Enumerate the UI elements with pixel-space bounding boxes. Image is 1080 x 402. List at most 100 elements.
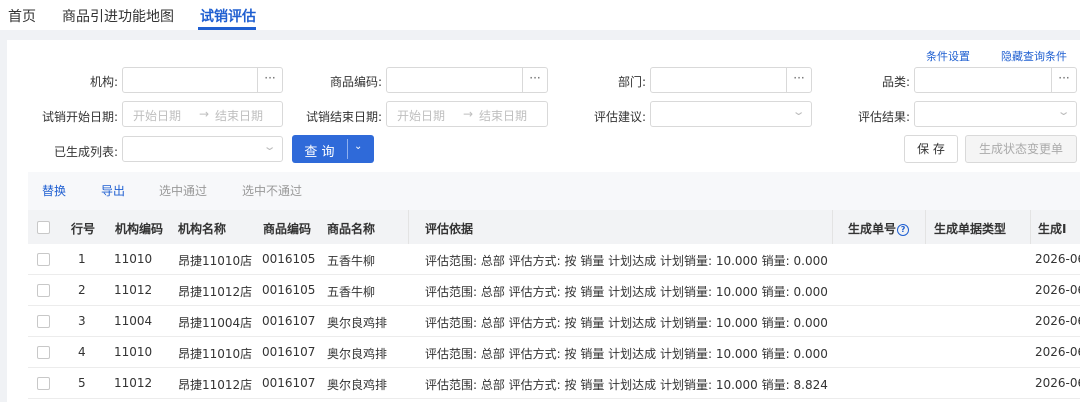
category-picker-button[interactable]: ··· [1051,68,1076,92]
category-input[interactable]: ··· [914,67,1077,93]
row-checkbox[interactable] [37,377,50,390]
cell-org-code: 11010 [114,252,153,266]
org-picker-button[interactable]: ··· [257,68,282,92]
col-org-name: 机构名称 [178,222,227,236]
row-checkbox[interactable] [37,315,50,328]
table-row[interactable]: 4 11010 昂捷11010店 0016107 奥尔良鸡排 评估范围: 总部 … [28,337,1080,368]
col-generated-type: 生成单据类型 [934,222,1007,236]
cell-org-name: 昂捷11010店 [178,347,253,361]
start-date-placeholder: 开始日期 [397,109,446,123]
cell-org-code: 11010 [114,345,153,359]
result-label: 评估结果: [857,110,910,124]
col-row-no: 行号 [71,222,96,236]
cell-product-code: 0016107 [262,376,316,390]
cell-row-no: 4 [78,345,86,359]
product-code-label: 商品编码: [329,75,382,89]
table-header: 行号 机构编码 机构名称 商品编码 商品名称 评估依据 生成单号? 生成单据类型… [28,210,1080,245]
cell-generated-time: 2026-06 [1035,314,1080,328]
advice-label: 评估建议: [593,110,646,124]
column-divider [1030,210,1031,244]
category-label: 品类: [881,75,910,89]
tab-product-intro-map[interactable]: 商品引进功能地图 [62,6,174,26]
select-all-checkbox[interactable] [37,221,50,234]
col-org-code: 机构编码 [115,222,164,236]
cell-row-no: 1 [78,252,86,266]
org-input[interactable]: ··· [122,67,283,93]
query-button-label: 查 询 [304,145,335,160]
tab-trial-evaluation[interactable]: 试销评估 [200,6,256,26]
trial-end-date-range[interactable]: 开始日期 → 结束日期 [386,101,548,127]
chevron-down-icon: ⌄ [262,140,277,153]
reject-selected-button[interactable]: 选中不通过 [242,182,302,199]
tab-home[interactable]: 首页 [8,6,36,26]
cell-product-code: 0016107 [262,345,316,359]
table-row[interactable]: 3 11004 昂捷11004店 0016107 奥尔良鸡排 评估范围: 总部 … [28,306,1080,337]
end-date-placeholder: 结束日期 [215,109,264,123]
advice-select[interactable]: ⌄ [650,101,812,127]
cell-generated-time: 2026-06 [1035,376,1080,390]
col-generated-no: 生成单号? [848,220,910,237]
result-select[interactable]: ⌄ [914,101,1077,127]
help-icon[interactable]: ? [897,224,910,236]
table-action-bar: 替换 导出 选中通过 选中不通过 [28,172,1080,210]
cell-product-name: 五香牛柳 [327,254,376,268]
cell-org-code: 11012 [114,283,153,297]
cell-org-name: 昂捷11012店 [178,285,253,299]
org-label: 机构: [89,75,118,89]
col-generated-time: 生成I [1038,222,1067,236]
pass-selected-button[interactable]: 选中通过 [159,182,207,199]
hide-conditions-link[interactable]: 隐藏查询条件 [1001,48,1067,64]
cell-product-name: 奥尔良鸡排 [327,347,388,361]
condition-settings-link[interactable]: 条件设置 [926,48,970,64]
cell-generated-time: 2026-06 [1035,252,1080,266]
generate-status-change-button[interactable]: 生成状态变更单 [965,135,1077,163]
product-code-input[interactable]: ··· [386,67,548,93]
cell-evaluation-basis: 评估范围: 总部 评估方式: 按 销量 计划达成 计划销量: 10.000 销量… [425,285,828,299]
row-checkbox[interactable] [37,346,50,359]
cell-product-code: 0016107 [262,314,316,328]
chevron-down-icon: ⌄ [1056,105,1071,118]
save-button[interactable]: 保 存 [904,135,958,163]
cell-org-code: 11004 [114,314,153,328]
dept-picker-button[interactable]: ··· [786,68,811,92]
column-divider [832,210,833,244]
generated-list-select[interactable]: ⌄ [122,136,283,162]
chevron-down-icon[interactable]: ⌄ [354,141,362,152]
cell-generated-time: 2026-06 [1035,283,1080,297]
replace-button[interactable]: 替换 [42,182,66,199]
cell-evaluation-basis: 评估范围: 总部 评估方式: 按 销量 计划达成 计划销量: 10.000 销量… [425,254,828,268]
query-button[interactable]: 查 询 ⌄ [292,135,374,163]
cell-org-name: 昂捷11010店 [178,254,253,268]
export-button[interactable]: 导出 [101,182,125,199]
cell-org-code: 11012 [114,376,153,390]
table-row[interactable]: 1 11010 昂捷11010店 0016105 五香牛柳 评估范围: 总部 评… [28,244,1080,275]
row-checkbox[interactable] [37,253,50,266]
cell-product-name: 奥尔良鸡排 [327,378,388,392]
column-divider [408,210,409,244]
cell-generated-time: 2026-06 [1035,345,1080,359]
cell-org-name: 昂捷11004店 [178,316,253,330]
range-arrow: → [199,107,210,121]
table-row[interactable]: 5 11012 昂捷11012店 0016107 奥尔良鸡排 评估范围: 总部 … [28,368,1080,399]
table-row[interactable]: 2 11012 昂捷11012店 0016105 五香牛柳 评估范围: 总部 评… [28,275,1080,306]
cell-evaluation-basis: 评估范围: 总部 评估方式: 按 销量 计划达成 计划销量: 10.000 销量… [425,347,828,361]
trial-end-date-label: 试销结束日期: [305,110,382,124]
dept-label: 部门: [617,75,646,89]
cell-product-name: 奥尔良鸡排 [327,316,388,330]
cell-evaluation-basis: 评估范围: 总部 评估方式: 按 销量 计划达成 计划销量: 10.000 销量… [425,316,828,330]
start-date-placeholder: 开始日期 [133,109,182,123]
col-product-code: 商品编码 [263,222,312,236]
top-nav: 首页 商品引进功能地图 试销评估 [0,0,1080,30]
row-checkbox[interactable] [37,284,50,297]
trial-start-date-range[interactable]: 开始日期 → 结束日期 [122,101,283,127]
trial-start-date-label: 试销开始日期: [41,110,118,124]
cell-evaluation-basis: 评估范围: 总部 评估方式: 按 销量 计划达成 计划销量: 10.000 销量… [425,378,828,392]
cell-product-name: 五香牛柳 [327,285,376,299]
query-button-divider [347,139,348,159]
active-tab-indicator [198,27,256,30]
generated-list-label: 已生成列表: [53,145,118,159]
cell-product-code: 0016105 [262,252,316,266]
cell-row-no: 2 [78,283,86,297]
dept-input[interactable]: ··· [650,67,812,93]
product-code-picker-button[interactable]: ··· [522,68,547,92]
